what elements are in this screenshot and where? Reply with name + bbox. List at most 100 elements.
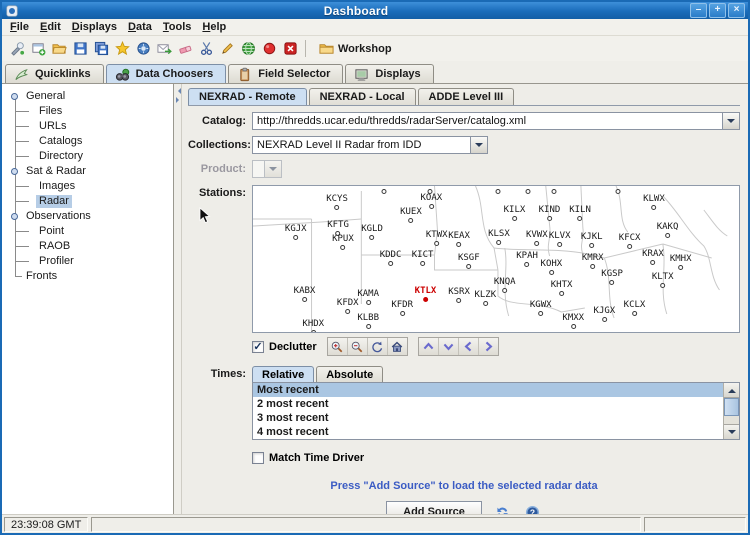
new-display-icon[interactable] [28, 39, 49, 59]
menu-help[interactable]: Help [199, 20, 234, 34]
station-kiln[interactable]: KILN [569, 206, 591, 221]
station-kgjx[interactable]: KGJX [285, 225, 307, 240]
chooser-tab-nexrad-local[interactable]: NEXRAD - Local [309, 88, 416, 105]
collapse-left-icon[interactable] [175, 88, 181, 94]
station-kvwx[interactable]: KVWX [526, 231, 548, 246]
collapse-right-icon[interactable] [176, 97, 182, 103]
launch-icon[interactable] [7, 39, 28, 59]
tree-item-label[interactable]: Catalogs [36, 135, 85, 148]
erase-icon[interactable] [175, 39, 196, 59]
station-klsx[interactable]: KLSX [488, 230, 510, 245]
station-knqa[interactable]: KNQA [494, 278, 516, 293]
station-kilx[interactable]: KILX [504, 206, 526, 221]
station-kpux[interactable]: KPUX [332, 235, 354, 250]
tab-field-selector[interactable]: Field Selector [228, 64, 343, 83]
home-button[interactable] [388, 338, 407, 355]
station-kgwx[interactable]: KGWX [530, 301, 552, 316]
station-kfcx[interactable]: KFCX [619, 234, 641, 249]
tree-item-label[interactable]: Files [36, 105, 65, 118]
station-krax[interactable]: KRAX [642, 250, 664, 265]
station-ksgf[interactable]: KSGF [458, 254, 480, 269]
station-keax[interactable]: KEAX [448, 232, 470, 247]
times-list-item[interactable]: 3 most recent [253, 411, 723, 425]
tree-item-radar[interactable]: Radar [4, 194, 173, 209]
pan-right-button[interactable] [479, 338, 498, 355]
tree-group-general[interactable]: General [4, 89, 173, 104]
menu-tools[interactable]: Tools [160, 20, 200, 34]
stop-icon[interactable] [280, 39, 301, 59]
station-kcys[interactable]: KCYS [326, 195, 348, 210]
match-time-driver-checkbox[interactable] [252, 452, 264, 464]
station-kfdr[interactable]: KFDR [391, 301, 413, 316]
close-button[interactable]: × [728, 3, 745, 18]
minimize-button[interactable]: – [690, 3, 707, 18]
tree-item-files[interactable]: Files [4, 104, 173, 119]
station-kind[interactable]: KIND [539, 206, 561, 221]
rotate-button[interactable] [368, 338, 388, 355]
menu-edit[interactable]: Edit [37, 20, 69, 34]
tree-item-label[interactable]: Images [36, 180, 78, 193]
tree-item-label[interactable]: Point [36, 225, 67, 238]
station-kjgx[interactable]: KJGX [594, 307, 616, 322]
station-kakq[interactable]: KAKQ [657, 223, 679, 238]
station-khtx[interactable]: KHTX [551, 281, 573, 296]
station-kclx[interactable]: KCLX [624, 301, 646, 316]
collections-combobox[interactable]: NEXRAD Level II Radar from IDD [252, 136, 488, 154]
save-as-icon[interactable] [91, 39, 112, 59]
pan-down-button[interactable] [439, 338, 459, 355]
scroll-down-button[interactable] [724, 424, 739, 439]
menu-data[interactable]: Data [125, 20, 160, 34]
tab-quicklinks[interactable]: Quicklinks [5, 64, 104, 83]
save-icon[interactable] [70, 39, 91, 59]
tree-item-point[interactable]: Point [4, 224, 173, 239]
scroll-up-button[interactable] [724, 383, 739, 398]
catalog-combobox[interactable]: http://thredds.ucar.edu/thredds/radarSer… [252, 112, 740, 130]
times-list-item[interactable]: Most recent [253, 383, 723, 397]
station-kpah[interactable]: KPAH [516, 252, 538, 267]
station-kfdx[interactable]: KFDX [337, 299, 359, 314]
maximize-button[interactable]: + [709, 3, 726, 18]
scrollbar-thumb[interactable] [724, 398, 739, 416]
station-kltx[interactable]: KLTX [652, 273, 674, 288]
times-list-item[interactable]: 2 most recent [253, 397, 723, 411]
station-ktwx[interactable]: KTWX [426, 231, 448, 246]
tree-item-directory[interactable]: Directory [4, 149, 173, 164]
tree-item-label[interactable]: Directory [36, 150, 86, 163]
tree-expander-icon[interactable] [11, 93, 18, 100]
station-klvx[interactable]: KLVX [549, 232, 571, 247]
title-bar[interactable]: Dashboard –+× [2, 2, 748, 19]
station-khdx[interactable]: KHDX [302, 320, 324, 333]
catalog-value[interactable]: http://thredds.ucar.edu/thredds/radarSer… [253, 113, 722, 129]
tree-item-urls[interactable]: URLs [4, 119, 173, 134]
zoom-in-button[interactable] [328, 338, 348, 355]
times-tab-relative[interactable]: Relative [252, 366, 314, 382]
station-kmhx[interactable]: KMHX [670, 255, 692, 270]
zoom-out-button[interactable] [348, 338, 368, 355]
tree-item-profiler[interactable]: Profiler [4, 254, 173, 269]
workshop-button[interactable]: Workshop [313, 40, 398, 57]
collections-dropdown-button[interactable] [470, 137, 487, 153]
station-marker[interactable] [382, 187, 387, 194]
chooser-tab-nexrad-remote[interactable]: NEXRAD - Remote [188, 88, 307, 105]
collections-value[interactable]: NEXRAD Level II Radar from IDD [253, 137, 470, 153]
tree-item-label[interactable]: Fronts [23, 270, 60, 283]
menu-displays[interactable]: Displays [69, 20, 125, 34]
station-kama[interactable]: KAMA [357, 290, 379, 305]
send-mail-icon[interactable] [154, 39, 175, 59]
tree-item-label[interactable]: Radar [36, 195, 72, 208]
station-marker[interactable] [428, 187, 433, 194]
tree-item-images[interactable]: Images [4, 179, 173, 194]
web-icon[interactable] [238, 39, 259, 59]
tree-item-fronts[interactable]: Fronts [4, 269, 173, 284]
station-kict[interactable]: KICT [412, 251, 434, 266]
menu-file[interactable]: File [7, 20, 37, 34]
times-list-item[interactable]: 4 most recent [253, 425, 723, 439]
station-marker[interactable] [496, 187, 501, 194]
station-map[interactable]: KCYSKOAXKUEXKGJXKFTGKGLDKTWXKEAXKPUXKDDC… [252, 185, 740, 333]
tree-group-observations[interactable]: Observations [4, 209, 173, 224]
declutter-checkbox[interactable]: ✓ [252, 341, 264, 353]
station-kabx[interactable]: KABX [294, 287, 316, 302]
tree-expander-icon[interactable] [11, 168, 18, 175]
tree-expander-icon[interactable] [11, 213, 18, 220]
catalog-dropdown-button[interactable] [722, 113, 739, 129]
